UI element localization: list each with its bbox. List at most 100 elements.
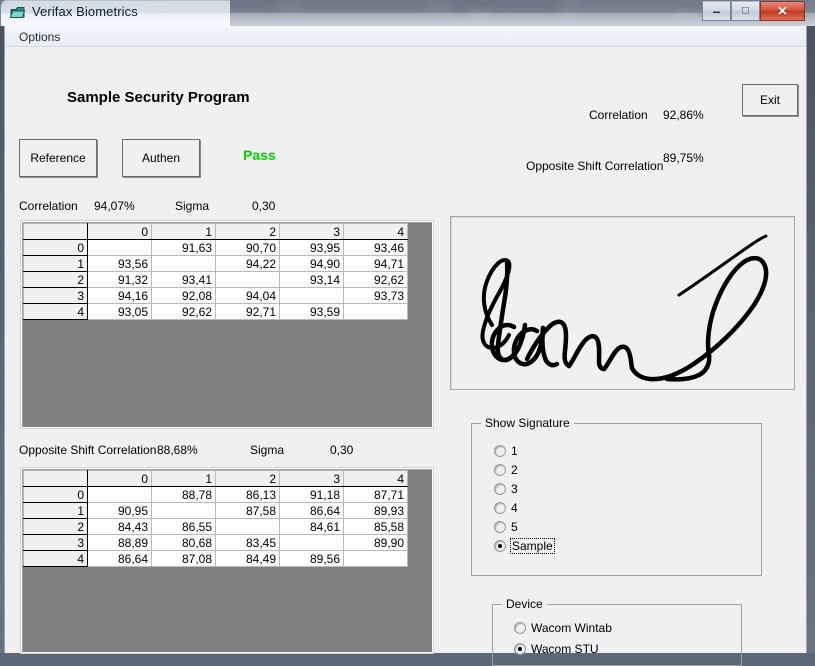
table-row-header: 3: [23, 534, 88, 551]
table-cell[interactable]: 90,70: [215, 239, 280, 256]
radio-button-icon[interactable]: [494, 445, 506, 457]
table-cell[interactable]: 87,58: [215, 502, 280, 519]
table-cell[interactable]: 89,90: [343, 534, 408, 551]
table-cell[interactable]: 93,41: [151, 271, 216, 288]
table-row-header: 4: [23, 550, 88, 567]
device-option-wacom-wintab[interactable]: Wacom Wintab: [514, 621, 612, 635]
table-row[interactable]: 1 90,95 87,58 86,64 89,93: [23, 502, 408, 519]
table-row[interactable]: 3 94,16 92,08 94,04 93,73: [23, 287, 408, 304]
correlation-grid-top[interactable]: 0 1 2 3 4 0 91,63 90,70 93,95 93,46 1 93,56 94,22 94,…: [21, 221, 433, 428]
window-title: Verifax Biometrics: [32, 4, 138, 19]
table-row[interactable]: 3 88,89 80,68 83,45 89,90: [23, 534, 408, 551]
bottom-correlation-value: 88,68%: [157, 443, 198, 457]
radio-button-icon[interactable]: [494, 464, 506, 476]
bottom-correlation-label: Opposite Shift Correlation: [19, 443, 157, 457]
top-sigma-value: 0,30: [252, 199, 276, 213]
table-cell[interactable]: 85,58: [343, 518, 408, 535]
device-group: Device Wacom Wintab Wacom STU: [492, 597, 742, 666]
table-cell[interactable]: 93,14: [279, 271, 344, 288]
table-cell[interactable]: 92,62: [151, 303, 216, 320]
table-cell[interactable]: 84,43: [87, 518, 152, 535]
table-cell[interactable]: 93,59: [279, 303, 344, 320]
table-cell[interactable]: 88,78: [151, 486, 216, 503]
show-signature-option-5[interactable]: 5: [494, 520, 518, 534]
show-signature-option-2[interactable]: 2: [494, 463, 518, 477]
correlation-grid-bottom[interactable]: 0 1 2 3 4 0 88,78 86,13 91,18 87,71 1 90,95 87,58 86,…: [21, 468, 433, 653]
table-row-header: 1: [23, 502, 88, 519]
table-cell[interactable]: 87,71: [343, 486, 408, 503]
table-cell[interactable]: 84,49: [215, 550, 280, 567]
show-signature-option-3[interactable]: 3: [494, 482, 518, 496]
table-cell[interactable]: 92,62: [343, 271, 408, 288]
table-correlation-bottom: 0 1 2 3 4 0 88,78 86,13 91,18 87,71 1 90,95 87,58 86,…: [23, 470, 408, 567]
radio-label: 1: [511, 444, 518, 458]
radio-button-icon[interactable]: [494, 483, 506, 495]
show-signature-option-sample[interactable]: Sample: [494, 538, 555, 554]
show-signature-option-1[interactable]: 1: [494, 444, 518, 458]
table-cell[interactable]: 92,71: [215, 303, 280, 320]
device-option-wacom-stu[interactable]: Wacom STU: [514, 642, 599, 656]
table-row[interactable]: 4 93,05 92,62 92,71 93,59: [23, 303, 408, 320]
exit-button[interactable]: Exit: [742, 84, 798, 116]
table-cell[interactable]: [151, 255, 216, 272]
table-cell[interactable]: [215, 518, 280, 535]
table-cell[interactable]: 90,95: [87, 502, 152, 519]
radio-button-icon[interactable]: [494, 540, 506, 552]
table-cell[interactable]: [215, 271, 280, 288]
table-row[interactable]: 2 84,43 86,55 84,61 85,58: [23, 518, 408, 535]
reference-button[interactable]: Reference: [19, 139, 97, 177]
table-cell[interactable]: 93,56: [87, 255, 152, 272]
table-cell[interactable]: 91,32: [87, 271, 152, 288]
table-cell[interactable]: 93,05: [87, 303, 152, 320]
table-cell[interactable]: [343, 303, 408, 320]
table-cell[interactable]: 94,04: [215, 287, 280, 304]
table-cell[interactable]: 83,45: [215, 534, 280, 551]
table-cell[interactable]: [87, 239, 152, 256]
table-cell[interactable]: 94,22: [215, 255, 280, 272]
table-row[interactable]: 4 86,64 87,08 84,49 89,56: [23, 550, 408, 567]
table-cell[interactable]: [87, 486, 152, 503]
authen-button[interactable]: Authen: [122, 139, 200, 177]
table-column-header: 2: [215, 470, 280, 487]
maximize-icon[interactable]: □: [731, 1, 760, 21]
table-row[interactable]: 0 91,63 90,70 93,95 93,46: [23, 239, 408, 256]
table-cell[interactable]: 88,89: [87, 534, 152, 551]
table-cell[interactable]: 92,08: [151, 287, 216, 304]
table-cell[interactable]: 84,61: [279, 518, 344, 535]
table-cell[interactable]: 89,56: [279, 550, 344, 567]
menu-item-options[interactable]: Options: [15, 29, 64, 45]
table-cell[interactable]: 94,16: [87, 287, 152, 304]
table-cell[interactable]: [279, 287, 344, 304]
radio-button-icon[interactable]: [514, 622, 526, 634]
table-cell[interactable]: 91,18: [279, 486, 344, 503]
window-app-icon: [9, 6, 26, 20]
radio-button-icon[interactable]: [494, 521, 506, 533]
table-row[interactable]: 2 91,32 93,41 93,14 92,62: [23, 271, 408, 288]
show-signature-option-4[interactable]: 4: [494, 501, 518, 515]
table-cell[interactable]: 86,64: [87, 550, 152, 567]
table-cell[interactable]: 93,73: [343, 287, 408, 304]
table-cell[interactable]: 93,95: [279, 239, 344, 256]
table-row[interactable]: 1 93,56 94,22 94,90 94,71: [23, 255, 408, 272]
radio-button-icon[interactable]: [494, 502, 506, 514]
title-bar[interactable]: Verifax Biometrics – □ ✕: [0, 0, 815, 26]
table-cell[interactable]: 86,13: [215, 486, 280, 503]
table-cell[interactable]: 87,08: [151, 550, 216, 567]
table-cell[interactable]: 89,93: [343, 502, 408, 519]
table-cell[interactable]: [279, 534, 344, 551]
table-cell[interactable]: [343, 550, 408, 567]
table-cell[interactable]: 93,46: [343, 239, 408, 256]
table-cell[interactable]: 80,68: [151, 534, 216, 551]
table-cell[interactable]: 86,55: [151, 518, 216, 535]
device-group-title: Device: [502, 597, 547, 611]
minimize-icon[interactable]: –: [702, 1, 731, 21]
table-row[interactable]: 0 88,78 86,13 91,18 87,71: [23, 486, 408, 503]
radio-button-icon[interactable]: [514, 643, 526, 655]
table-cell[interactable]: [151, 502, 216, 519]
table-cell[interactable]: 91,63: [151, 239, 216, 256]
table-cell[interactable]: 94,71: [343, 255, 408, 272]
top-correlation-value: 94,07%: [94, 199, 135, 213]
close-icon[interactable]: ✕: [760, 1, 805, 21]
table-cell[interactable]: 94,90: [279, 255, 344, 272]
table-cell[interactable]: 86,64: [279, 502, 344, 519]
